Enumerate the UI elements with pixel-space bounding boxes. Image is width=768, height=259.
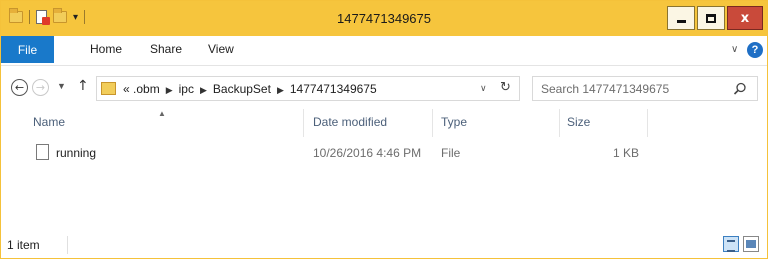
help-icon[interactable]: ? [747, 42, 763, 58]
close-button[interactable]: x [727, 6, 763, 30]
file-type: File [441, 146, 461, 160]
column-divider[interactable] [432, 109, 433, 137]
details-view-icon[interactable] [723, 236, 739, 252]
file-size: 1 KB [613, 146, 640, 160]
column-headers: ▲ Name Date modified Type Size [1, 109, 767, 139]
breadcrumb-item-obm[interactable]: .obm [133, 82, 160, 96]
breadcrumb-arrow-icon[interactable]: ▶ [277, 85, 284, 95]
column-header-name[interactable]: Name [33, 115, 65, 129]
recent-locations-dropdown-icon[interactable]: ▼ [57, 81, 66, 91]
tab-file[interactable]: File [1, 36, 54, 63]
file-name: running [56, 146, 97, 160]
expand-ribbon-chevron-icon[interactable]: ∨ [731, 44, 738, 55]
close-icon: x [740, 10, 750, 26]
search-icon[interactable] [733, 82, 747, 96]
file-icon [36, 144, 49, 160]
item-count: 1 item [7, 238, 40, 252]
file-date-modified: 10/26/2016 4:46 PM [313, 146, 422, 160]
breadcrumb-item-ipc[interactable]: ipc [179, 82, 194, 96]
sort-ascending-icon: ▲ [158, 109, 166, 118]
minimize-button[interactable] [667, 6, 695, 30]
column-divider[interactable] [647, 109, 648, 137]
forward-button[interactable]: → [32, 79, 49, 96]
status-separator [67, 236, 68, 254]
title-bar: ▾ 1477471349675 x [1, 1, 767, 36]
breadcrumb: « .obm ▶ ipc ▶ BackupSet ▶ 1477471349675 [123, 82, 377, 96]
column-divider[interactable] [559, 109, 560, 137]
breadcrumb-item-backupset[interactable]: BackupSet [213, 82, 271, 96]
column-header-size[interactable]: Size [567, 115, 590, 129]
tab-home[interactable]: Home [90, 42, 122, 56]
tab-view[interactable]: View [208, 42, 234, 56]
column-divider[interactable] [303, 109, 304, 137]
search-input[interactable]: Search 1477471349675 [532, 76, 758, 101]
tab-share[interactable]: Share [150, 42, 182, 56]
window-title: 1477471349675 [337, 11, 431, 26]
address-history-dropdown-icon[interactable]: ∨ [480, 83, 487, 94]
breadcrumb-arrow-icon[interactable]: ▶ [200, 85, 207, 95]
minimize-icon [676, 19, 686, 23]
refresh-icon[interactable]: ↻ [500, 80, 511, 95]
navigation-bar: ← → ▼ ↑ « .obm ▶ ipc ▶ BackupSet ▶ 14774713496… [1, 69, 767, 105]
file-row[interactable]: running 10/26/2016 4:46 PM File 1 KB [23, 142, 663, 164]
column-header-date-modified[interactable]: Date modified [313, 115, 387, 129]
folder-icon [101, 82, 116, 95]
breadcrumb-item-current[interactable]: 1477471349675 [290, 82, 377, 96]
breadcrumb-overflow[interactable]: « [123, 82, 130, 96]
address-bar[interactable]: « .obm ▶ ipc ▶ BackupSet ▶ 1477471349675 ∨ ↻ [96, 76, 520, 101]
large-icons-view-icon[interactable] [743, 236, 759, 252]
search-placeholder: Search 1477471349675 [541, 82, 670, 96]
column-header-type[interactable]: Type [441, 115, 467, 129]
explorer-window: ▾ 1477471349675 x File Home Share View ∨… [0, 0, 768, 259]
up-button[interactable]: ↑ [77, 78, 89, 94]
ribbon-tabs: File Home Share View ∨ ? [1, 36, 767, 66]
maximize-icon [706, 13, 716, 23]
breadcrumb-arrow-icon[interactable]: ▶ [166, 85, 173, 95]
maximize-button[interactable] [697, 6, 725, 30]
status-bar: 1 item [1, 233, 767, 258]
back-button[interactable]: ← [11, 79, 28, 96]
